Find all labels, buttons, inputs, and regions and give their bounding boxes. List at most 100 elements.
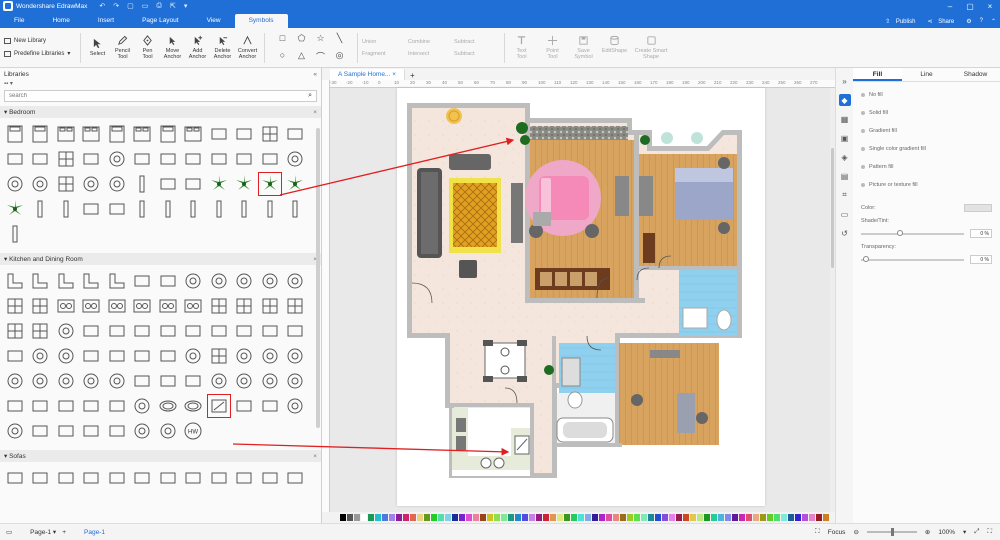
fit-icon[interactable]: ⌗ [839, 189, 851, 201]
close-section-icon[interactable]: × [313, 453, 317, 460]
furniture-symbol[interactable] [30, 271, 50, 291]
furniture-symbol[interactable] [285, 296, 305, 316]
color-swatch[interactable] [459, 514, 465, 521]
page-selector[interactable]: Page-1 ▾ [24, 528, 62, 536]
color-swatch[interactable] [340, 514, 346, 521]
color-swatch[interactable] [445, 514, 451, 521]
color-swatch[interactable] [557, 514, 563, 521]
furniture-symbol[interactable] [107, 124, 127, 144]
star-shape-icon[interactable]: ☆ [311, 33, 330, 44]
furniture-symbol[interactable] [107, 271, 127, 291]
tab-line[interactable]: Line [902, 68, 951, 81]
furniture-symbol[interactable] [56, 421, 76, 441]
fill-option-solid[interactable]: Solid fill [861, 104, 992, 122]
furniture-symbol[interactable] [56, 371, 76, 391]
zoom-thumb[interactable] [890, 528, 894, 536]
furniture-symbol[interactable] [260, 149, 280, 169]
library-search-input[interactable] [9, 93, 309, 99]
zoom-dropdown-icon[interactable]: ▾ [963, 528, 966, 536]
furniture-symbol[interactable] [285, 371, 305, 391]
color-swatch[interactable] [774, 514, 780, 521]
maximize-icon[interactable]: ▢ [960, 2, 980, 11]
furniture-symbol[interactable] [5, 224, 25, 244]
fragment-button[interactable]: Fragment [362, 51, 408, 57]
color-swatch[interactable] [704, 514, 710, 521]
convert-anchor-button[interactable]: Convert Anchor [235, 35, 260, 60]
furniture-symbol[interactable] [158, 199, 178, 219]
furniture-symbol[interactable] [107, 149, 127, 169]
color-swatch[interactable] [767, 514, 773, 521]
expand-panel-icon[interactable]: » [839, 75, 851, 87]
furniture-symbol[interactable] [81, 396, 101, 416]
color-swatch[interactable] [760, 514, 766, 521]
color-swatch[interactable] [655, 514, 661, 521]
fill-option-picture[interactable]: Picture or texture fill [861, 176, 992, 194]
help-icon[interactable]: ? [980, 18, 983, 24]
furniture-symbol[interactable] [132, 421, 152, 441]
select-tool-button[interactable]: Select [85, 38, 110, 57]
furniture-symbol[interactable] [30, 371, 50, 391]
color-swatch[interactable] [508, 514, 514, 521]
add-document-tab-button[interactable]: + [405, 71, 420, 80]
furniture-symbol[interactable] [285, 271, 305, 291]
color-swatch[interactable] [424, 514, 430, 521]
subtract-button-2[interactable]: Subtract [454, 51, 500, 57]
color-swatch[interactable] [592, 514, 598, 521]
color-swatch[interactable] [347, 514, 353, 521]
zoom-out-icon[interactable]: ⊖ [853, 528, 858, 536]
print-icon[interactable]: ⎙ [156, 2, 162, 10]
library-view-options[interactable]: ▪▪ ▾ [0, 80, 321, 88]
fit-page-icon[interactable]: ⤢ [974, 528, 979, 536]
color-swatch[interactable] [711, 514, 717, 521]
page-icon[interactable]: ▤ [839, 170, 851, 182]
tab-insert[interactable]: Insert [84, 14, 128, 28]
color-swatch[interactable] [515, 514, 521, 521]
triangle-shape-icon[interactable]: △ [292, 50, 311, 63]
furniture-symbol[interactable] [132, 396, 152, 416]
furniture-symbol[interactable] [107, 199, 127, 219]
color-swatch[interactable] [697, 514, 703, 521]
collapse-panel-icon[interactable]: « [313, 71, 317, 78]
furniture-symbol[interactable] [107, 321, 127, 341]
furniture-symbol[interactable] [107, 346, 127, 366]
color-swatch[interactable] [634, 514, 640, 521]
combine-button[interactable]: Combine [408, 39, 454, 45]
furniture-symbol[interactable] [30, 124, 50, 144]
color-swatch[interactable] [529, 514, 535, 521]
furniture-symbol[interactable] [158, 149, 178, 169]
customize-dropdown-icon[interactable]: ▾ [184, 2, 188, 10]
furniture-symbol[interactable] [107, 468, 127, 488]
color-swatch[interactable] [662, 514, 668, 521]
furniture-symbol[interactable] [132, 149, 152, 169]
color-swatch[interactable] [753, 514, 759, 521]
furniture-symbol[interactable] [132, 346, 152, 366]
furniture-symbol[interactable] [183, 149, 203, 169]
presentation-icon[interactable]: ▭ [839, 208, 851, 220]
transparency-value[interactable]: 0 % [970, 255, 992, 264]
furniture-symbol[interactable] [81, 149, 101, 169]
spiral-shape-icon[interactable]: ◎ [330, 50, 349, 63]
move-anchor-button[interactable]: Move Anchor [160, 35, 185, 60]
furniture-symbol[interactable] [183, 321, 203, 341]
furniture-symbol[interactable] [81, 346, 101, 366]
predefine-libraries-button[interactable]: Predefine Libraries ▾ [4, 50, 76, 57]
furniture-symbol[interactable] [30, 346, 50, 366]
furniture-symbol[interactable] [107, 396, 127, 416]
furniture-symbol[interactable] [107, 421, 127, 441]
furniture-symbol[interactable] [56, 468, 76, 488]
color-swatch[interactable] [438, 514, 444, 521]
furniture-symbol[interactable] [183, 468, 203, 488]
add-page-button[interactable]: + [62, 529, 66, 536]
search-icon[interactable]: ⌕ [308, 92, 312, 100]
furniture-symbol[interactable] [260, 199, 280, 219]
furniture-symbol[interactable] [30, 199, 50, 219]
color-swatch[interactable] [795, 514, 801, 521]
color-swatch[interactable] [676, 514, 682, 521]
furniture-symbol[interactable] [30, 468, 50, 488]
new-library-button[interactable]: New Library [4, 38, 76, 44]
edit-shape-button[interactable]: EditShape [602, 35, 627, 60]
furniture-symbol[interactable] [158, 174, 178, 194]
color-swatch[interactable] [361, 514, 367, 521]
furniture-symbol[interactable] [260, 396, 280, 416]
fill-option-pattern[interactable]: Pattern fill [861, 158, 992, 176]
